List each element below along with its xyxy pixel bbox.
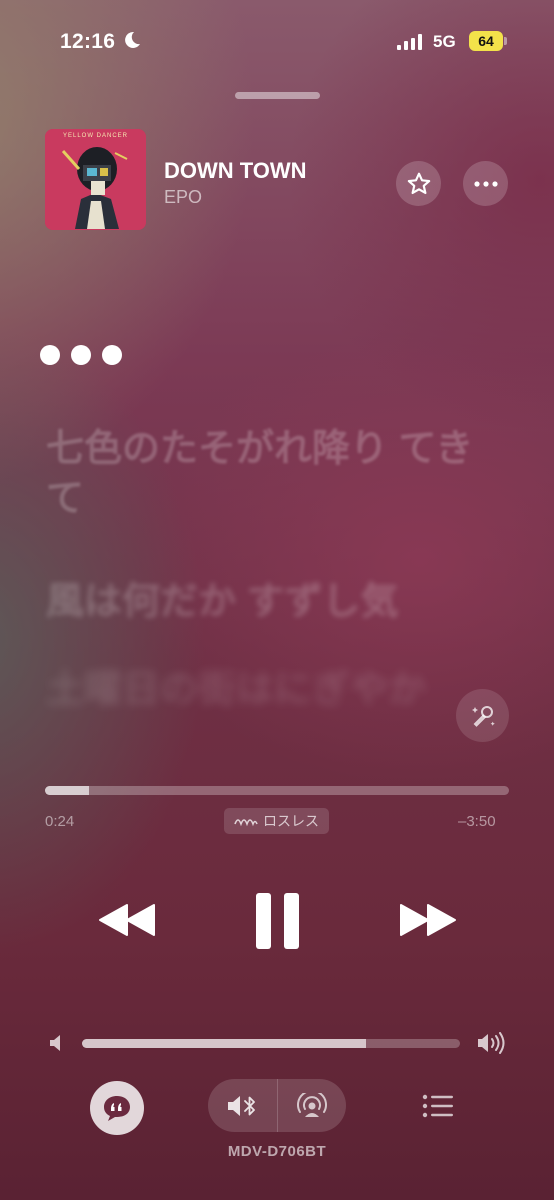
- sheet-grabber[interactable]: [235, 92, 320, 99]
- queue-icon: [422, 1094, 453, 1118]
- more-button[interactable]: [463, 161, 508, 206]
- network-type: 5G: [433, 32, 456, 51]
- album-art-illustration: [45, 129, 146, 230]
- lyrics-icon: [104, 1096, 130, 1121]
- lossless-badge[interactable]: ロスレス: [224, 808, 329, 834]
- playback-scrubber[interactable]: [45, 786, 509, 795]
- battery-tip: [504, 37, 507, 45]
- elapsed-time: 0:24: [45, 813, 75, 830]
- lyrics-interlude-dots: [40, 345, 126, 367]
- pause-icon[interactable]: [255, 893, 300, 949]
- moon-icon: [125, 31, 140, 48]
- airplay-icon: [297, 1092, 327, 1117]
- fast-forward-icon[interactable]: [398, 901, 458, 939]
- output-device-name: MDV-D706BT: [227, 1143, 327, 1160]
- lossless-label: ロスレス: [263, 813, 319, 829]
- sing-button[interactable]: [456, 689, 509, 742]
- favorite-button[interactable]: [396, 161, 441, 206]
- battery-level: 64: [469, 31, 503, 51]
- album-art-text: YELLOW DANCER: [62, 133, 128, 139]
- remaining-time: –3:50: [458, 813, 496, 830]
- more-icon: [473, 180, 498, 187]
- rewind-icon[interactable]: [97, 901, 157, 939]
- queue-button[interactable]: [418, 1088, 458, 1124]
- lyric-line[interactable]: 風は何だか すずし気: [46, 577, 476, 627]
- album-artwork[interactable]: YELLOW DANCER: [45, 129, 146, 230]
- lyric-line[interactable]: 七色のたそがれ降り てきて: [46, 424, 476, 524]
- airplay-button[interactable]: [278, 1079, 346, 1132]
- volume-high-icon: [478, 1032, 505, 1054]
- lossless-icon: [234, 819, 258, 827]
- volume-slider[interactable]: [82, 1039, 460, 1048]
- track-artist[interactable]: EPO: [164, 187, 202, 208]
- playback-progress-fill: [45, 786, 89, 795]
- track-title: DOWN TOWN: [164, 158, 307, 183]
- volume-low-icon: [50, 1035, 60, 1051]
- bluetooth-speaker-icon: [227, 1095, 255, 1116]
- signal-icon: [397, 34, 422, 50]
- lyrics-button[interactable]: [90, 1081, 144, 1135]
- star-icon: [407, 172, 430, 194]
- lyric-line[interactable]: 土曜日の街はにぎやか: [46, 665, 476, 715]
- status-time: 12:16: [60, 30, 116, 53]
- sing-mic-icon: [471, 705, 495, 727]
- bluetooth-output-button[interactable]: [208, 1079, 277, 1132]
- volume-level-fill: [82, 1039, 366, 1048]
